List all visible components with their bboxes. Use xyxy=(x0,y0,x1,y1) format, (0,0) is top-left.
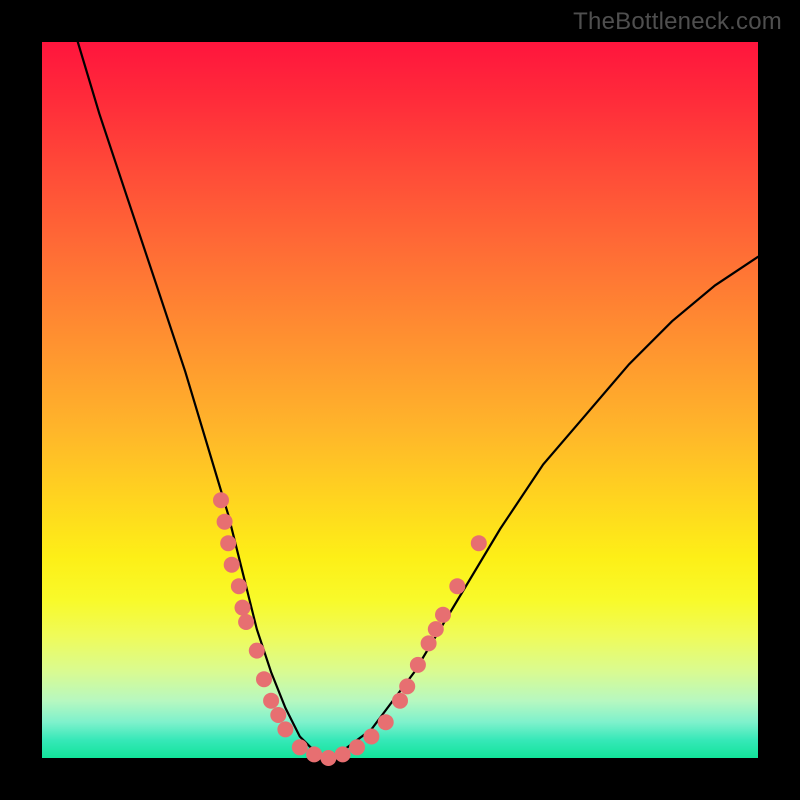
bottleneck-curve xyxy=(78,42,758,758)
curve-marker xyxy=(306,746,322,762)
curve-marker xyxy=(224,557,240,573)
curve-path xyxy=(78,42,758,758)
curve-marker xyxy=(410,657,426,673)
curve-marker xyxy=(349,739,365,755)
curve-marker xyxy=(363,729,379,745)
curve-marker xyxy=(263,693,279,709)
curve-marker xyxy=(435,607,451,623)
chart-svg xyxy=(42,42,758,758)
curve-marker xyxy=(292,739,308,755)
curve-marker xyxy=(449,578,465,594)
curve-marker xyxy=(256,671,272,687)
curve-marker xyxy=(392,693,408,709)
curve-marker xyxy=(231,578,247,594)
curve-marker xyxy=(270,707,286,723)
curve-markers xyxy=(213,492,487,766)
curve-marker xyxy=(320,750,336,766)
curve-marker xyxy=(428,621,444,637)
chart-frame: TheBottleneck.com xyxy=(0,0,800,800)
watermark-text: TheBottleneck.com xyxy=(573,8,782,36)
curve-marker xyxy=(213,492,229,508)
curve-marker xyxy=(235,600,251,616)
curve-marker xyxy=(238,614,254,630)
plot-area xyxy=(42,42,758,758)
curve-marker xyxy=(249,643,265,659)
curve-marker xyxy=(378,714,394,730)
curve-marker xyxy=(471,535,487,551)
curve-marker xyxy=(217,514,233,530)
curve-marker xyxy=(335,746,351,762)
curve-marker xyxy=(277,721,293,737)
curve-marker xyxy=(220,535,236,551)
curve-marker xyxy=(399,678,415,694)
curve-marker xyxy=(421,635,437,651)
